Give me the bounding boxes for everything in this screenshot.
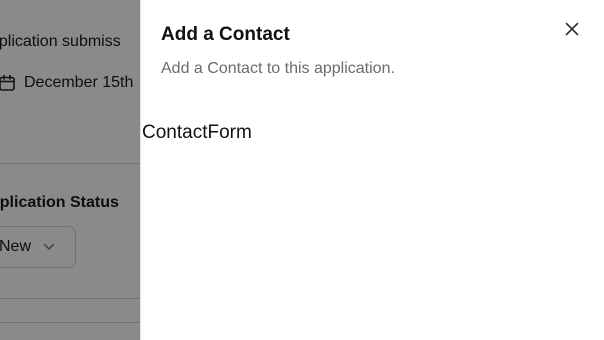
contact-form-placeholder: ContactForm	[142, 122, 252, 143]
close-icon	[565, 22, 579, 41]
close-button[interactable]	[561, 20, 583, 42]
drawer-description: Add a Contact to this application.	[161, 60, 395, 77]
add-contact-drawer: Add a Contact Add a Contact to this appl…	[140, 0, 604, 340]
drawer-title: Add a Contact	[161, 24, 290, 45]
